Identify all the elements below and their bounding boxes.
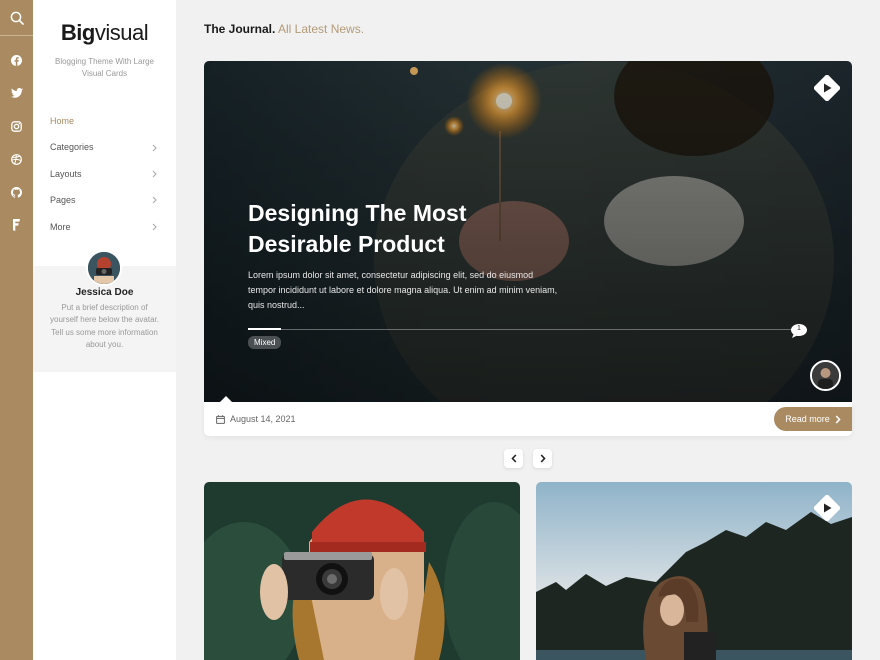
menu-item-pages[interactable]: Pages [33,187,176,213]
featured-post-divider [248,329,794,330]
featured-post-footer: August 14, 2021 Read more [204,396,852,436]
comment-count-badge[interactable]: 1 [790,323,808,339]
chevron-right-icon [540,454,546,463]
featured-post-card[interactable]: Designing The Most Desirable Product Lor… [204,61,852,402]
site-logo[interactable]: Bigvisual [33,20,176,46]
read-more-button[interactable]: Read more [774,407,852,431]
dribbble-icon [11,153,22,165]
chevron-right-icon [152,187,157,213]
search-icon [10,11,24,25]
author-name: Jessica Doe [75,287,134,298]
github-link[interactable] [0,182,33,202]
menu-item-more[interactable]: More [33,214,176,240]
instagram-icon [11,120,22,132]
author-description: Put a brief description of yourself here… [50,303,159,349]
rail-divider [0,35,33,36]
post-card-image [204,482,520,660]
post-date: August 14, 2021 [216,402,296,436]
author-avatar[interactable] [86,250,122,286]
slider-next-button[interactable] [533,449,552,468]
menu-item-layouts[interactable]: Layouts [33,161,176,187]
chevron-right-icon [152,214,157,240]
slider-prev-button[interactable] [504,449,523,468]
post-date-text: August 14, 2021 [230,414,296,424]
post-author-avatar[interactable] [810,360,841,391]
twitter-link[interactable] [0,83,33,103]
chevron-right-icon [152,161,157,187]
post-card-image [536,482,852,660]
calendar-icon [216,414,225,424]
post-card[interactable] [204,482,520,660]
featured-post-excerpt: Lorem ipsum dolor sit amet, consectetur … [248,270,558,310]
main-menu: Home Categories Layouts Pages More [33,108,176,240]
social-rail [0,0,33,660]
site-tagline: Blogging Theme With Large Visual Cards [54,57,155,78]
chevron-left-icon [510,454,516,463]
chevron-right-icon [152,134,157,160]
foursquare-link[interactable] [0,215,33,235]
github-icon [11,186,22,198]
featured-post-title[interactable]: Designing The Most Desirable Product [248,198,528,260]
search-button[interactable] [0,0,33,35]
instagram-link[interactable] [0,116,33,136]
menu-item-home[interactable]: Home [33,108,176,134]
comment-count: 1 [797,325,801,332]
menu-item-categories[interactable]: Categories [33,134,176,160]
page-heading: The Journal. All Latest News. [204,22,365,36]
foursquare-icon [13,219,20,231]
dribbble-link[interactable] [0,149,33,169]
read-more-label: Read more [785,414,830,424]
twitter-icon [10,88,23,98]
chevron-right-icon [835,414,841,424]
category-tag[interactable]: Mixed [248,336,282,349]
post-card[interactable] [536,482,852,660]
video-play-icon [813,74,841,106]
featured-post-divider-accent [248,328,281,330]
facebook-link[interactable] [0,50,33,70]
sidebar: Bigvisual Blogging Theme With Large Visu… [33,0,176,660]
facebook-icon [11,54,22,66]
video-play-icon [813,494,841,526]
